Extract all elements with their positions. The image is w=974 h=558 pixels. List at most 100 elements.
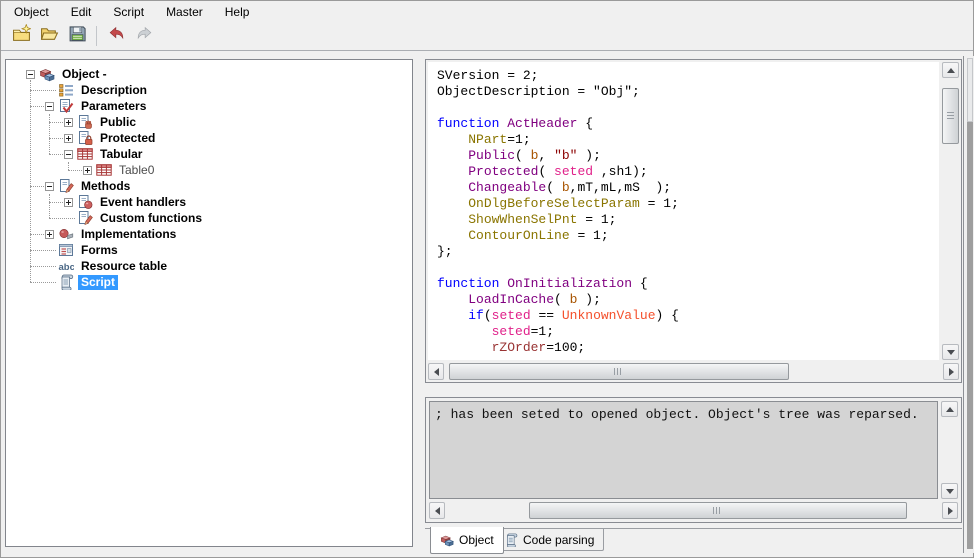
menu-script[interactable]: Script: [102, 2, 155, 22]
output-vertical-scrollbar[interactable]: [941, 401, 958, 499]
tab-label: Code parsing: [523, 533, 594, 547]
tree-item-resource-table[interactable]: abcResource table: [45, 258, 170, 274]
tree-item-public[interactable]: Public: [64, 114, 139, 130]
tree-item-label[interactable]: Object -: [59, 67, 110, 82]
scroll-up-button[interactable]: [942, 62, 959, 78]
menu-object[interactable]: Object: [3, 2, 60, 22]
object-icon: [440, 533, 454, 547]
scroll-up-button[interactable]: [941, 401, 958, 417]
tree-item-label[interactable]: Event handlers: [97, 195, 189, 210]
toolbar-separator: [96, 26, 97, 46]
tree-guide-line: [68, 170, 82, 171]
undo-button[interactable]: [103, 24, 129, 48]
tree-guide-line: [68, 162, 69, 170]
right-scrollbar-track[interactable]: [963, 56, 974, 553]
tab-object[interactable]: Object: [430, 527, 504, 554]
menu-master[interactable]: Master: [155, 2, 214, 22]
tree-item-protected[interactable]: Protected: [64, 130, 158, 146]
collapse-minus-box[interactable]: [45, 102, 54, 111]
tree-item-description[interactable]: Description: [45, 82, 150, 98]
tree-item-custom-functions[interactable]: Custom functions: [64, 210, 205, 226]
code-line: if(seted == UnknownValue) {: [437, 308, 939, 324]
code-horizontal-scrollbar[interactable]: [428, 363, 959, 380]
object-tree: Object -DescriptionParametersPublicProte…: [6, 60, 412, 546]
tree-item-event-handlers[interactable]: Event handlers: [64, 194, 189, 210]
save-button[interactable]: [64, 24, 90, 48]
collapse-minus-box[interactable]: [45, 182, 54, 191]
scroll-right-button[interactable]: [943, 363, 959, 380]
output-panel: ; has been seted to opened object. Objec…: [425, 397, 962, 523]
custom-functions-icon: [77, 210, 94, 226]
redo-button[interactable]: [131, 24, 157, 48]
tree-item-label[interactable]: Public: [97, 115, 139, 130]
tree-item-label[interactable]: Forms: [78, 243, 121, 258]
code-line: };: [437, 244, 939, 260]
application-window: { "window": { "background": "#f0f0f0" },…: [0, 0, 974, 558]
scroll-right-button[interactable]: [942, 502, 958, 519]
object-icon: [39, 66, 56, 82]
tree-item-methods[interactable]: Methods: [45, 178, 133, 194]
bottom-tab-strip: Object Code parsing: [425, 528, 962, 558]
tree-item-label[interactable]: Methods: [78, 179, 133, 194]
code-line: LoadInCache( b );: [437, 292, 939, 308]
toolbar: [1, 22, 973, 51]
undo-icon: [107, 24, 126, 48]
menu-help[interactable]: Help: [214, 2, 261, 22]
scroll-left-button[interactable]: [428, 363, 444, 380]
tree-item-label[interactable]: Tabular: [97, 147, 145, 162]
tab-code-parsing[interactable]: Code parsing: [494, 529, 604, 551]
tree-item-label[interactable]: Table0: [116, 163, 157, 178]
tabular-icon: [77, 146, 94, 162]
expand-plus-box[interactable]: [45, 230, 54, 239]
collapse-minus-box[interactable]: [26, 70, 35, 79]
tree-item-label[interactable]: Custom functions: [97, 211, 205, 226]
menu-edit[interactable]: Edit: [60, 2, 103, 22]
tree-guide-line: [49, 114, 50, 154]
code-line: function OnInitialization {: [437, 276, 939, 292]
expand-plus-box[interactable]: [64, 118, 73, 127]
forms-icon: [58, 242, 75, 258]
expand-plus-box[interactable]: [64, 134, 73, 143]
methods-icon: [58, 178, 75, 194]
up-arrow-icon: [946, 407, 954, 412]
scrollbar-thumb[interactable]: [967, 58, 973, 122]
expand-plus-box[interactable]: [64, 198, 73, 207]
tree-item-label[interactable]: Description: [78, 83, 150, 98]
tree-item-implementations[interactable]: Implementations: [45, 226, 179, 242]
scroll-down-button[interactable]: [941, 483, 958, 499]
tree-item-table0[interactable]: Table0: [83, 162, 157, 178]
tree-item-label[interactable]: Script: [78, 275, 118, 290]
expand-plus-box[interactable]: [83, 166, 92, 175]
tree-item-label[interactable]: Parameters: [78, 99, 149, 114]
parameters-icon: [58, 98, 75, 114]
collapse-minus-box[interactable]: [64, 150, 73, 159]
menu-bar: ObjectEditScriptMasterHelp: [1, 1, 973, 22]
script-editor-panel: SVersion = 2;ObjectDescription = "Obj"; …: [425, 59, 962, 383]
code-editor[interactable]: SVersion = 2;ObjectDescription = "Obj"; …: [428, 62, 939, 360]
output-horizontal-scrollbar[interactable]: [429, 502, 958, 519]
code-line: ShowWhenSelPnt = 1;: [437, 212, 939, 228]
tree-item-parameters[interactable]: Parameters: [45, 98, 149, 114]
public-icon: [77, 114, 94, 130]
scrollbar-thumb[interactable]: [449, 363, 789, 380]
tree-item-label[interactable]: Implementations: [78, 227, 179, 242]
tree-item-label[interactable]: Resource table: [78, 259, 170, 274]
tree-item-label[interactable]: Protected: [97, 131, 158, 146]
tree-item-forms[interactable]: Forms: [45, 242, 121, 258]
scrollbar-track-shade: [967, 122, 973, 549]
description-icon: [58, 82, 75, 98]
new-button[interactable]: [8, 24, 34, 48]
tree-item-object[interactable]: Object -: [26, 66, 110, 82]
left-arrow-icon: [434, 368, 439, 376]
parser-message: ; has been seted to opened object. Objec…: [429, 401, 938, 499]
scrollbar-thumb[interactable]: [942, 88, 959, 144]
script-icon: [58, 274, 75, 290]
tree-item-script[interactable]: Script: [45, 274, 118, 290]
open-button[interactable]: [36, 24, 62, 48]
scroll-down-button[interactable]: [942, 344, 959, 360]
scrollbar-thumb[interactable]: [529, 502, 907, 519]
tree-item-tabular[interactable]: Tabular: [64, 146, 145, 162]
code-vertical-scrollbar[interactable]: [942, 62, 959, 360]
scroll-left-button[interactable]: [429, 502, 445, 519]
tree-guide-line: [49, 202, 63, 203]
